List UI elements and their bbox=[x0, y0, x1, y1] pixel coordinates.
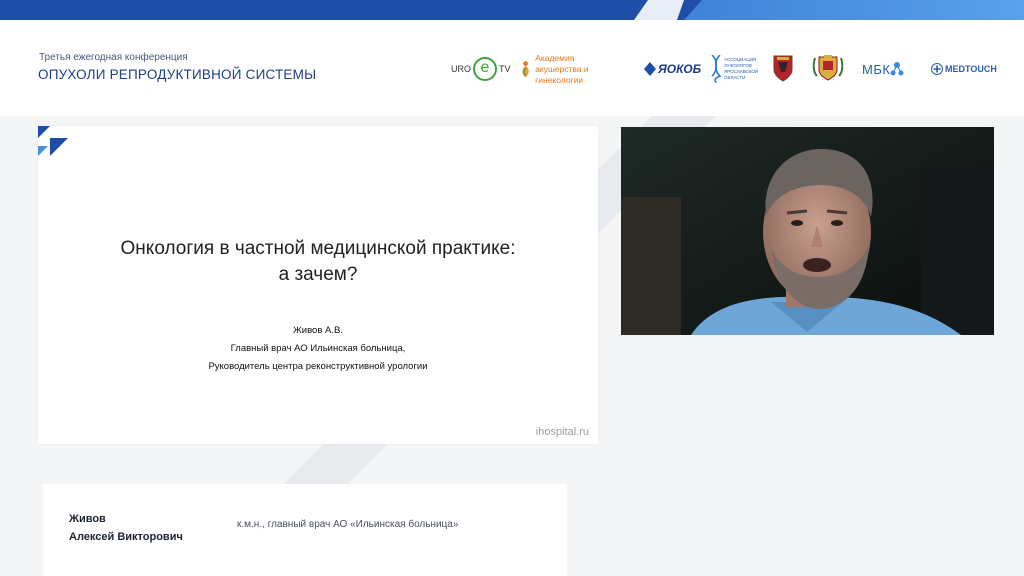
coat-of-arms-1-icon bbox=[772, 54, 794, 82]
top-banner bbox=[0, 0, 1024, 20]
speaker-role: к.м.н., главный врач АО «Ильинская больн… bbox=[237, 519, 459, 530]
academy-figure-icon bbox=[522, 61, 529, 78]
slide-title: Онкология в частной медицинской практике… bbox=[120, 238, 516, 285]
conference-title: ОПУХОЛИ РЕПРОДУКТИВНОЙ СИСТЕМЫ bbox=[38, 67, 317, 82]
speaker-video-frame bbox=[621, 127, 994, 335]
medtouch-cross-icon bbox=[931, 63, 943, 75]
uro-tv-logo: URO e TV bbox=[451, 54, 511, 84]
slide-author-block: Живов А.В. Главный врач АО Ильинская бол… bbox=[208, 325, 428, 372]
speaker-name: Живов Алексей Викторович bbox=[69, 513, 183, 543]
association-logo: АССОЦИАЦИЯ ОНКОЛОГОВ ЯРОСЛАВСКОЙ ОБЛАСТИ bbox=[710, 54, 758, 84]
slide-url: ihospital.ru bbox=[535, 426, 589, 438]
dna-icon bbox=[711, 55, 722, 83]
uro-tv-circle-icon: e bbox=[473, 57, 497, 81]
medtouch-logo: MEDTOUCH bbox=[931, 61, 997, 77]
speaker-video[interactable] bbox=[621, 127, 994, 335]
presentation-slide: Онкология в частной медицинской практике… bbox=[38, 126, 598, 444]
coat-of-arms-2-icon bbox=[811, 54, 845, 82]
speaker-info-card: Живов Алексей Викторович к.м.н., главный… bbox=[43, 484, 567, 576]
yakob-emblem-icon bbox=[644, 62, 656, 76]
mbk-molecule-icon bbox=[890, 62, 904, 76]
academy-logo: Академия акушерства и гинекологии bbox=[519, 53, 592, 85]
mbk-logo: МБК bbox=[862, 58, 904, 80]
conference-subtitle: Третья ежегодная конференция bbox=[39, 52, 188, 63]
slide-corner-logo-icon bbox=[38, 126, 68, 156]
yakob-logo: ЯОКОБ bbox=[644, 58, 701, 80]
